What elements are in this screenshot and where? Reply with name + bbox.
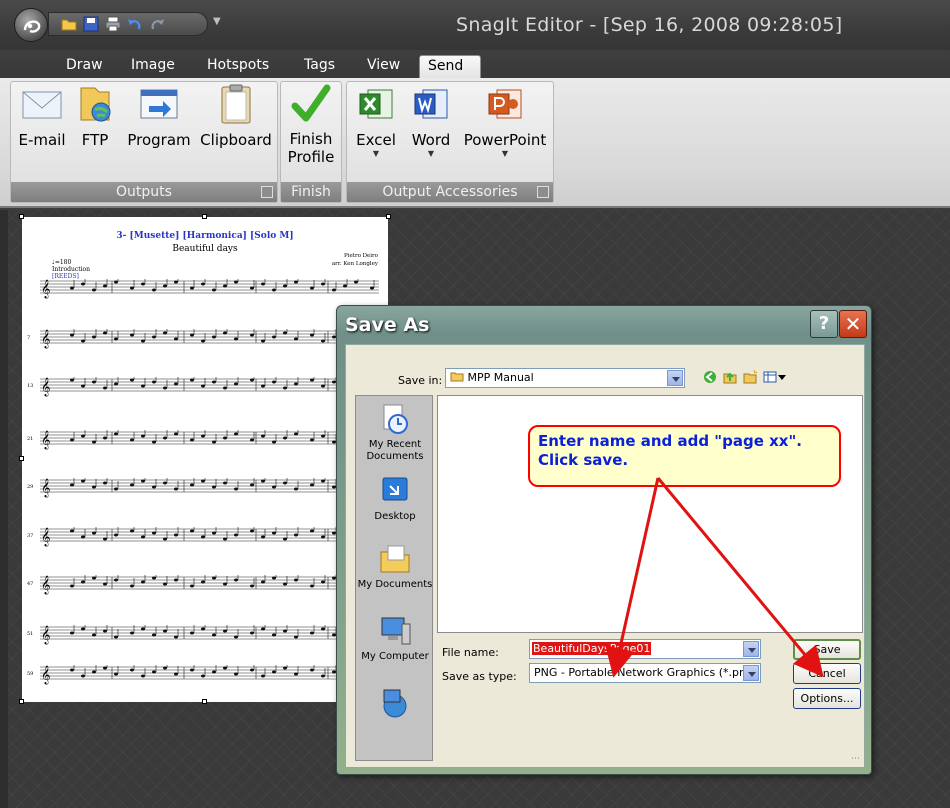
arrow-to-save-button (656, 477, 824, 678)
annotation-arrows (605, 477, 824, 678)
arrow-to-file-name (605, 477, 660, 678)
